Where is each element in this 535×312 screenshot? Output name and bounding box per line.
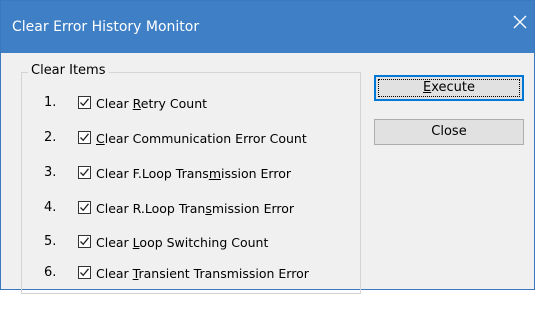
clear-retry-count-label[interactable]: Clear Retry Count — [96, 96, 207, 111]
clear-rloop-transmission-error-checkbox[interactable] — [78, 201, 91, 214]
title-bar[interactable]: Clear Error History Monitor — [1, 1, 534, 53]
clear-item-row-4: 4. Clear R.Loop Transmission Error — [22, 198, 352, 220]
checkmark-icon — [80, 268, 90, 277]
clear-loop-switching-count-checkbox[interactable] — [78, 235, 91, 248]
clear-item-row-2: 2. Clear Communication Error Count — [22, 128, 352, 150]
clear-item-row-5: 5. Clear Loop Switching Count — [22, 232, 352, 254]
close-icon[interactable] — [506, 15, 534, 39]
clear-retry-count-checkbox[interactable] — [78, 96, 91, 109]
checkmark-icon — [80, 203, 90, 212]
checkmark-icon — [80, 98, 90, 107]
clear-item-row-6: 6. Clear Transient Transmission Error — [22, 263, 352, 285]
checkmark-icon — [80, 168, 90, 177]
clear-items-group: Clear Items 1. Clear Retry Count 2. Clea… — [21, 63, 361, 294]
clear-item-row-1: 1. Clear Retry Count — [22, 93, 352, 115]
item-number: 4. — [44, 200, 57, 215]
item-number: 1. — [44, 95, 57, 110]
clear-transient-transmission-error-checkbox[interactable] — [78, 266, 91, 279]
clear-floop-transmission-error-checkbox[interactable] — [78, 166, 91, 179]
clear-floop-transmission-error-label[interactable]: Clear F.Loop Transmission Error — [96, 166, 291, 181]
close-button[interactable]: Close — [374, 119, 524, 145]
group-legend: Clear Items — [28, 63, 109, 78]
item-number: 3. — [44, 165, 57, 180]
dialog-window: Clear Error History Monitor Clear Items … — [0, 0, 535, 294]
clear-loop-switching-count-label[interactable]: Clear Loop Switching Count — [96, 235, 268, 250]
execute-button[interactable]: Execute — [374, 75, 524, 101]
window-title: Clear Error History Monitor — [12, 19, 200, 35]
item-number: 5. — [44, 234, 57, 249]
focus-rectangle — [378, 79, 520, 97]
item-number: 2. — [44, 130, 57, 145]
clear-communication-error-count-checkbox[interactable] — [78, 131, 91, 144]
clear-rloop-transmission-error-label[interactable]: Clear R.Loop Transmission Error — [96, 201, 294, 216]
clear-item-row-3: 3. Clear F.Loop Transmission Error — [22, 163, 352, 185]
clear-communication-error-count-label[interactable]: Clear Communication Error Count — [96, 131, 307, 146]
checkmark-icon — [80, 237, 90, 246]
checkmark-icon — [80, 133, 90, 142]
clear-transient-transmission-error-label[interactable]: Clear Transient Transmission Error — [96, 266, 309, 281]
item-number: 6. — [44, 265, 57, 280]
